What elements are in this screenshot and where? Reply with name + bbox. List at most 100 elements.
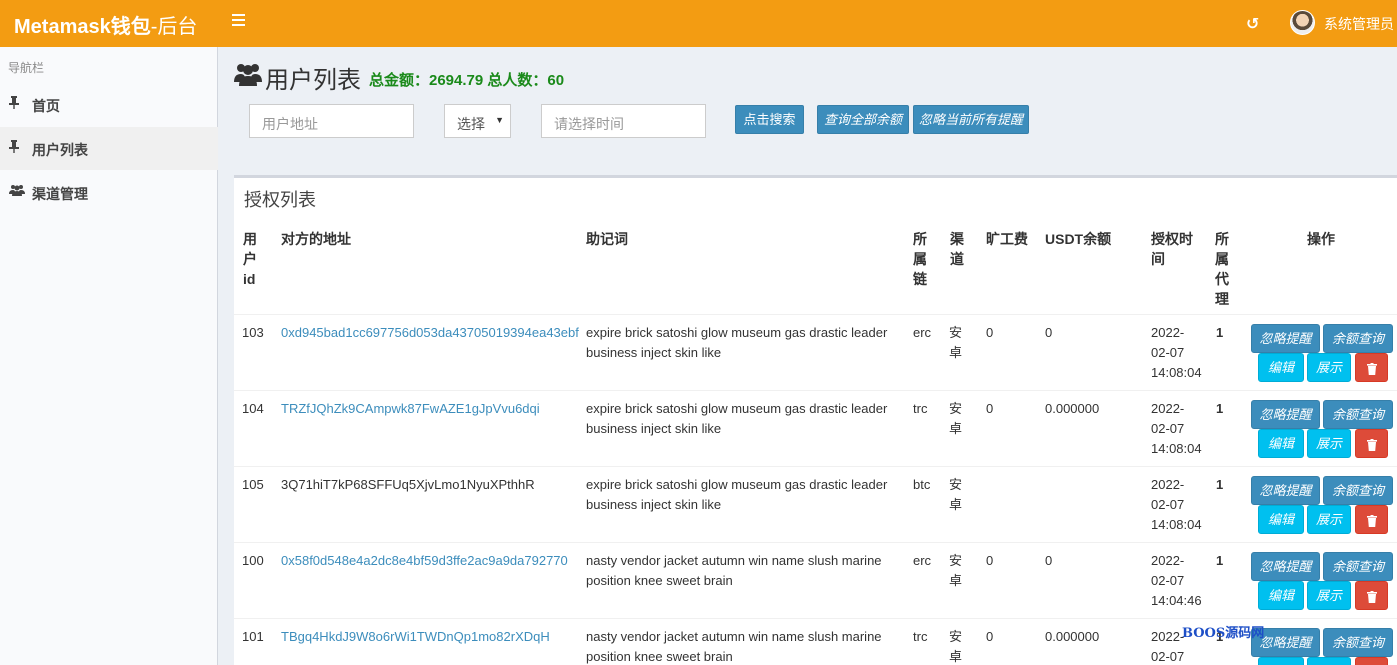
- chain-select[interactable]: 选择 ▼: [444, 104, 511, 138]
- cell-chain: erc: [913, 553, 932, 568]
- row-divider: [234, 542, 1397, 543]
- total-summary: 总金额：2694.79 总人数：60: [369, 72, 565, 89]
- sidebar-item-user-list[interactable]: 用户列表: [0, 127, 218, 170]
- cell-address[interactable]: 0xd945bad1cc697756d053da43705019394ea43e…: [281, 323, 579, 343]
- cell-date-2: 02-07: [1151, 573, 1185, 588]
- time-picker-input[interactable]: 请选择时间: [541, 104, 706, 138]
- ignore-all-reminders-button[interactable]: 忽略当前所有提醒: [913, 105, 1029, 134]
- delete-button[interactable]: [1355, 657, 1388, 665]
- cell-channel: 安卓: [949, 477, 963, 512]
- cell-id: 103: [242, 325, 264, 340]
- edit-button[interactable]: 编辑: [1258, 353, 1304, 382]
- edit-button[interactable]: 编辑: [1258, 505, 1304, 534]
- caret-down-icon: ▼: [495, 115, 504, 125]
- col-header-mnemonic: 助记词: [586, 231, 628, 247]
- balance-query-button[interactable]: 余额查询: [1323, 552, 1393, 581]
- cell-mnemonic-line-2: position knee sweet brain: [586, 573, 733, 588]
- cell-fee: 0: [986, 325, 994, 340]
- delete-button[interactable]: [1355, 581, 1388, 610]
- cell-mnemonic-line-2: business inject skin like: [586, 421, 722, 436]
- cell-mnemonic-line-1: expire brick satoshi glow museum gas dra…: [586, 401, 888, 416]
- cell-mnemonic-line-2: business inject skin like: [586, 345, 722, 360]
- delete-button[interactable]: [1355, 429, 1388, 458]
- user-name[interactable]: 系统管理员: [1324, 14, 1394, 34]
- avatar[interactable]: [1290, 10, 1315, 35]
- cell-fee: 0: [986, 401, 994, 416]
- cell-date-2: 02-07: [1151, 421, 1185, 436]
- ignore-reminder-button[interactable]: 忽略提醒: [1251, 400, 1320, 429]
- cell-date-2: 02-07: [1151, 497, 1185, 512]
- cell-address[interactable]: 0x58f0d548e4a2dc8e4bf59d3ffe2ac9a9da7927…: [281, 551, 568, 571]
- search-button[interactable]: 点击搜索: [735, 105, 804, 134]
- row-divider: [234, 466, 1397, 467]
- edit-button[interactable]: 编辑: [1258, 657, 1304, 665]
- show-button[interactable]: 展示: [1307, 657, 1351, 665]
- cell-channel: 安卓: [949, 325, 963, 360]
- query-all-balance-button[interactable]: 查询全部余额: [817, 105, 909, 134]
- cell-time: 14:08:04: [1151, 517, 1202, 532]
- cell-id: 105: [242, 477, 264, 492]
- users-icon: [234, 62, 262, 86]
- delete-button[interactable]: [1355, 505, 1388, 534]
- show-button[interactable]: 展示: [1307, 353, 1351, 382]
- cell-fee: 0: [986, 629, 994, 644]
- cell-id: 101: [242, 629, 264, 644]
- cell-chain: erc: [913, 325, 932, 340]
- cell-usdt: 0.000000: [1045, 629, 1100, 644]
- nav-header: 导航栏: [8, 61, 45, 75]
- cell-channel: 安卓: [949, 629, 963, 664]
- cell-date: 2022-: [1151, 401, 1185, 416]
- col-header-usdt: USDT余额: [1045, 231, 1112, 247]
- cell-address: 3Q71hiT7kP68SFFUq5XjvLmo1NyuXPthhR: [281, 477, 535, 492]
- box-title: 授权列表: [244, 190, 316, 210]
- sidebar-item-label: 首页: [32, 98, 60, 114]
- cell-time: 14:08:04: [1151, 441, 1202, 456]
- cell-agent: 1: [1216, 401, 1224, 416]
- cell-usdt: 0: [1045, 325, 1053, 340]
- cell-usdt: 0.000000: [1045, 401, 1100, 416]
- cell-chain: trc: [913, 629, 928, 644]
- cell-channel: 安卓: [949, 553, 963, 588]
- balance-query-button[interactable]: 余额查询: [1323, 324, 1393, 353]
- balance-query-button[interactable]: 余额查询: [1323, 476, 1393, 505]
- ignore-reminder-button[interactable]: 忽略提醒: [1251, 476, 1320, 505]
- show-button[interactable]: 展示: [1307, 429, 1351, 458]
- cell-date-2: 02-07: [1151, 345, 1185, 360]
- show-button[interactable]: 展示: [1307, 581, 1351, 610]
- ignore-reminder-button[interactable]: 忽略提醒: [1251, 324, 1320, 353]
- top-header: Metamask钱包-后台 ↺ 系统管理员: [0, 0, 1397, 47]
- show-button[interactable]: 展示: [1307, 505, 1351, 534]
- col-header-channel: 渠道: [950, 231, 964, 267]
- history-icon[interactable]: ↺: [1246, 14, 1259, 34]
- col-header-chain: 所属链: [913, 231, 927, 287]
- cell-time: 14:08:04: [1151, 365, 1202, 380]
- pin-icon: [9, 140, 19, 156]
- ignore-reminder-button[interactable]: 忽略提醒: [1251, 552, 1320, 581]
- cell-agent: 1: [1216, 553, 1224, 568]
- cell-date: 2022-: [1151, 629, 1185, 644]
- row-divider: [234, 314, 1397, 315]
- cell-mnemonic-line-2: business inject skin like: [586, 497, 722, 512]
- app-logo[interactable]: Metamask钱包-后台: [14, 10, 197, 39]
- balance-query-button[interactable]: 余额查询: [1323, 400, 1393, 429]
- edit-button[interactable]: 编辑: [1258, 581, 1304, 610]
- cell-agent: 1: [1216, 477, 1224, 492]
- pin-icon: [9, 96, 19, 112]
- cell-channel: 安卓: [949, 401, 963, 436]
- cell-chain: trc: [913, 401, 928, 416]
- delete-button[interactable]: [1355, 353, 1388, 382]
- sidebar-item-home[interactable]: 首页: [0, 83, 218, 126]
- col-header-id: 用户id: [243, 231, 257, 287]
- trash-icon: [1366, 438, 1377, 451]
- col-header-fee: 旷工费: [986, 231, 1028, 247]
- sidebar-item-channel[interactable]: 渠道管理: [0, 171, 218, 214]
- col-header-address: 对方的地址: [281, 231, 351, 247]
- menu-toggle-icon[interactable]: [232, 14, 248, 30]
- cell-agent: 1: [1216, 325, 1224, 340]
- address-input[interactable]: 用户地址: [249, 104, 414, 138]
- balance-query-button[interactable]: 余额查询: [1323, 628, 1393, 657]
- edit-button[interactable]: 编辑: [1258, 429, 1304, 458]
- cell-address[interactable]: TRZfJQhZk9CAmpwk87FwAZE1gJpVvu6dqi: [281, 399, 540, 419]
- cell-address[interactable]: TBgq4HkdJ9W8o6rWi1TWDnQp1mo82rXDqH: [281, 627, 550, 647]
- col-header-actions: 操作: [1307, 231, 1335, 247]
